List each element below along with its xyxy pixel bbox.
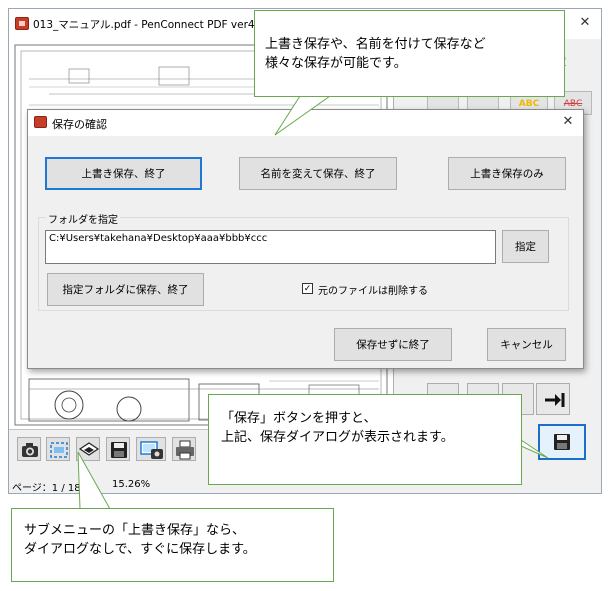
callout-line: 上記、保存ダイアログが表示されます。 <box>221 430 454 445</box>
callout-submenu-save: サブメニューの「上書き保存」なら、 ダイアログなしで、すぐに保存します。 <box>11 508 334 582</box>
callout-line: ダイアログなしで、すぐに保存します。 <box>24 542 256 557</box>
callout-save-button: 「保存」ボタンを押すと、 上記、保存ダイアログが表示されます。 <box>208 394 522 485</box>
callout-line: 上書き保存や、名前を付けて保存など <box>265 37 486 52</box>
callout-line: サブメニューの「上書き保存」なら、 <box>24 523 246 538</box>
callout-save-options: 上書き保存や、名前を付けて保存など 様々な保存が可能です。 <box>254 10 565 97</box>
callout-line: 「保存」ボタンを押すと、 <box>221 411 377 426</box>
callout-line: 様々な保存が可能です。 <box>265 56 407 71</box>
